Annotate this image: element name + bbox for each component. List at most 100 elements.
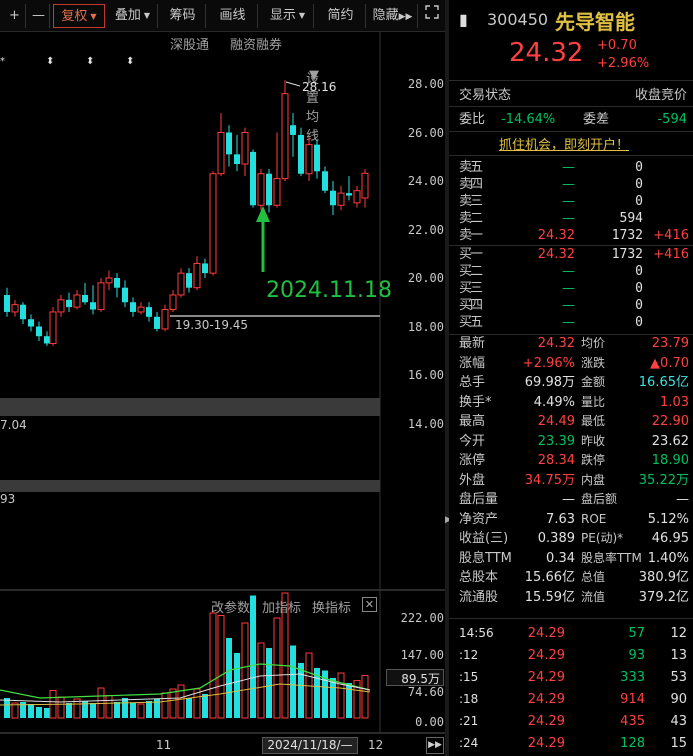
close-icon[interactable]: ✕ [362, 597, 377, 612]
stat-row: 盘后量 — 盘后额 — [449, 490, 693, 509]
ask-volume: 0 [635, 160, 643, 175]
stock-change-pct: +2.96% [597, 56, 650, 71]
x-axis-label: 12 [368, 738, 384, 752]
stat-value: 0.389 [537, 531, 575, 546]
ask-price: — [562, 194, 575, 209]
stat-value: — [676, 492, 689, 507]
stat-value: 23.62 [651, 433, 689, 449]
weibi-row: 委比 -14.64% 委差 -594 [449, 110, 693, 129]
stat-value: 18.90 [651, 453, 689, 468]
weibi-label: 委比 [459, 112, 486, 127]
tick-volume: 57 [628, 626, 645, 641]
stat-row: 涨停 28.34 跌停 18.90 [449, 451, 693, 470]
stat-value: 69.98万 [524, 375, 575, 390]
stat-row: 收益(三) 0.389 PE(动)* 46.95 [449, 529, 693, 548]
tick-volume: 435 [620, 714, 645, 729]
stat-label: ROE [581, 511, 607, 526]
ask-label: 卖三 [459, 194, 483, 209]
stat-label: 内盘 [581, 472, 606, 487]
tick-price: 24.29 [527, 692, 565, 707]
tick-row: :21 24.29 435 43 [449, 712, 693, 731]
stat-label: 总股本 [459, 570, 499, 585]
stat-value: 5.12% [647, 511, 689, 527]
tick-count: 12 [670, 626, 687, 641]
stat-value: 4.49% [533, 394, 575, 410]
stat-row: 外盘 34.75万 内盘 35.22万 [449, 471, 693, 490]
stat-label: 外盘 [459, 472, 486, 488]
stat-value: +2.96% [522, 355, 575, 371]
bid-price: 24.32 [537, 247, 575, 262]
stat-value: 16.65亿 [638, 375, 689, 390]
tick-volume: 93 [628, 648, 645, 663]
stat-label: 最高 [459, 414, 486, 429]
stat-row: 最高 24.49 最低 22.90 [449, 412, 693, 431]
tick-count: 13 [670, 648, 687, 663]
stock-code: 300450 [487, 10, 549, 29]
stat-value: 380.9亿 [638, 570, 689, 585]
huanzhibiao-button[interactable]: 换指标 [312, 597, 351, 616]
ask-price: — [562, 177, 575, 192]
bid-volume: 0 [635, 264, 643, 279]
tick-price: 24.29 [527, 714, 565, 729]
tick-count: 53 [670, 670, 687, 685]
stat-row: 最新 24.32 均价 23.79 [449, 334, 693, 353]
low-annotation: 7.04 [0, 418, 27, 432]
status-label: 交易状态 [459, 88, 512, 103]
ask-label: 卖五 [459, 160, 483, 175]
tick-price: 24.29 [527, 648, 565, 663]
stat-value: 15.59亿 [524, 589, 575, 605]
bid-label: 买五 [459, 315, 483, 330]
bid-row[interactable]: 买三 — 0 [449, 280, 693, 297]
stat-label: 盘后额 [581, 492, 618, 506]
stat-label: 换手* [459, 394, 492, 410]
bid-row[interactable]: 买四 — 0 [449, 297, 693, 314]
tick-volume: 333 [620, 670, 645, 685]
price-axis-label: 28.00 [407, 77, 444, 91]
stat-label: PE(动)* [581, 531, 624, 545]
weicha-value: -594 [657, 112, 687, 127]
stat-row: 总股本 15.66亿 总值 380.9亿 [449, 568, 693, 587]
ask-row[interactable]: 卖五 — 0 [449, 159, 693, 176]
weibi-value: -14.64% [501, 112, 556, 127]
quote-panel: ▮ 300450 先导智能 24.32 +0.70 +2.96% 交易状态 收盘… [449, 0, 693, 756]
stat-value: ▲0.70 [650, 355, 689, 371]
collapse-icon[interactable]: ▮ [459, 10, 468, 29]
bid-label: 买四 [459, 298, 483, 313]
bid-row[interactable]: 买一 24.32 1732 +416 [449, 246, 693, 263]
stat-label: 股息TTM [459, 550, 512, 566]
open-account-banner[interactable]: 抓住机会，即刻开户！ [499, 134, 629, 153]
gaicanshu-button[interactable]: 改参数 [211, 597, 250, 616]
candlestick-chart[interactable] [0, 0, 446, 756]
stat-row: 总手 69.98万 金额 16.65亿 [449, 373, 693, 392]
ask-price: — [562, 160, 575, 175]
stat-label: 今开 [459, 433, 486, 449]
volume-axis-label: 147.00 [400, 648, 444, 662]
stat-row: 净资产 7.63 ROE 5.12% [449, 510, 693, 529]
price-axis-label: 26.00 [407, 125, 444, 140]
stat-label: 量比 [581, 394, 606, 409]
ask-row[interactable]: 卖一 24.32 1732 +416 [449, 227, 693, 244]
stat-label: 盘后量 [459, 492, 499, 507]
ask-row[interactable]: 卖二 — 594 [449, 210, 693, 227]
stat-label: 净资产 [459, 511, 499, 527]
stat-value: 1.03 [660, 394, 689, 410]
stat-label: 金额 [581, 375, 606, 389]
status-value: 收盘竞价 [634, 88, 687, 103]
ask-row[interactable]: 卖四 — 0 [449, 176, 693, 193]
price-axis-label: 18.00 [407, 319, 444, 334]
jiazhibiao-button[interactable]: 加指标 [262, 597, 301, 616]
current-volume-label: 89.5万 [386, 669, 444, 686]
left-annotation: 93 [0, 492, 16, 506]
scroll-right-button[interactable]: ▶▶ [426, 737, 444, 754]
bid-row[interactable]: 买五 — 0 [449, 314, 693, 331]
ask-row[interactable]: 卖三 — 0 [449, 193, 693, 210]
stat-value: 46.95 [651, 531, 689, 546]
stat-value: 34.75万 [524, 472, 575, 488]
stat-value: 22.90 [651, 414, 689, 429]
bid-row[interactable]: 买二 — 0 [449, 263, 693, 280]
ask-label: 卖四 [459, 177, 483, 192]
tick-price: 24.29 [527, 736, 565, 751]
tick-time: :21 [459, 714, 479, 728]
stat-value: 24.32 [537, 336, 575, 351]
bid-volume: 0 [635, 281, 643, 296]
